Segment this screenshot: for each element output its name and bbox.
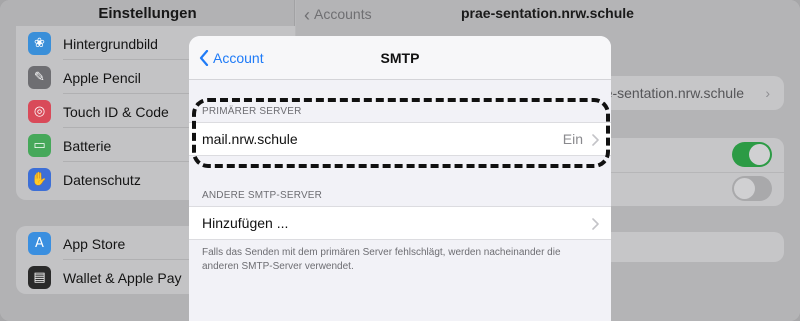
ipad-screen: Einstellungen ❀ Hintergrundbild ✎ Apple … bbox=[0, 0, 800, 321]
toggle-switch-off[interactable] bbox=[732, 176, 772, 201]
primary-server-name: mail.nrw.schule bbox=[202, 131, 298, 147]
primary-server-row[interactable]: mail.nrw.schule Ein bbox=[189, 122, 611, 156]
toggle-knob bbox=[734, 178, 755, 199]
primary-server-status: Ein bbox=[562, 131, 583, 147]
add-server-row[interactable]: Hinzufügen ... bbox=[189, 206, 611, 240]
chevron-right-icon: › bbox=[765, 85, 770, 101]
wallet-icon: ▤ bbox=[28, 266, 51, 289]
sidebar-item-label: Batterie bbox=[63, 138, 112, 154]
wallpaper-icon: ❀ bbox=[28, 32, 51, 55]
sidebar-item-label: Datenschutz bbox=[63, 172, 141, 188]
sheet-navigation-bar: Account SMTP bbox=[189, 36, 611, 80]
chevron-right-icon bbox=[592, 218, 599, 230]
chevron-left-icon: ‹ bbox=[304, 5, 310, 25]
other-smtp-header: ANDERE SMTP-SERVER bbox=[202, 190, 323, 201]
accounts-back-button[interactable]: ‹ Accounts bbox=[304, 5, 372, 26]
battery-icon: ▭ bbox=[28, 134, 51, 157]
sidebar-item-label: Apple Pencil bbox=[63, 70, 141, 86]
toggle-knob bbox=[749, 144, 770, 165]
sidebar-item-label: Touch ID & Code bbox=[63, 104, 169, 120]
fingerprint-icon: ◎ bbox=[28, 100, 51, 123]
smtp-footnote: Falls das Senden mit dem primären Server… bbox=[202, 247, 561, 272]
sheet-title: SMTP bbox=[380, 50, 420, 66]
pencil-icon: ✎ bbox=[28, 66, 51, 89]
detail-title: prae-sentation.nrw.schule bbox=[461, 5, 634, 21]
add-server-label: Hinzufügen ... bbox=[202, 215, 289, 231]
primary-server-header: PRIMÄRER SERVER bbox=[202, 106, 302, 117]
hand-icon: ✋ bbox=[28, 168, 51, 191]
toggle-switch-on[interactable] bbox=[732, 142, 772, 167]
chevron-right-icon bbox=[592, 134, 599, 146]
smtp-sheet: Account SMTP PRIMÄRER SERVER mail.nrw.sc… bbox=[189, 36, 611, 321]
sidebar-item-label: Hintergrundbild bbox=[63, 36, 158, 52]
sidebar-item-label: App Store bbox=[63, 236, 126, 252]
appstore-icon: A bbox=[28, 232, 51, 255]
sidebar-item-label: Wallet & Apple Pay bbox=[63, 270, 182, 286]
